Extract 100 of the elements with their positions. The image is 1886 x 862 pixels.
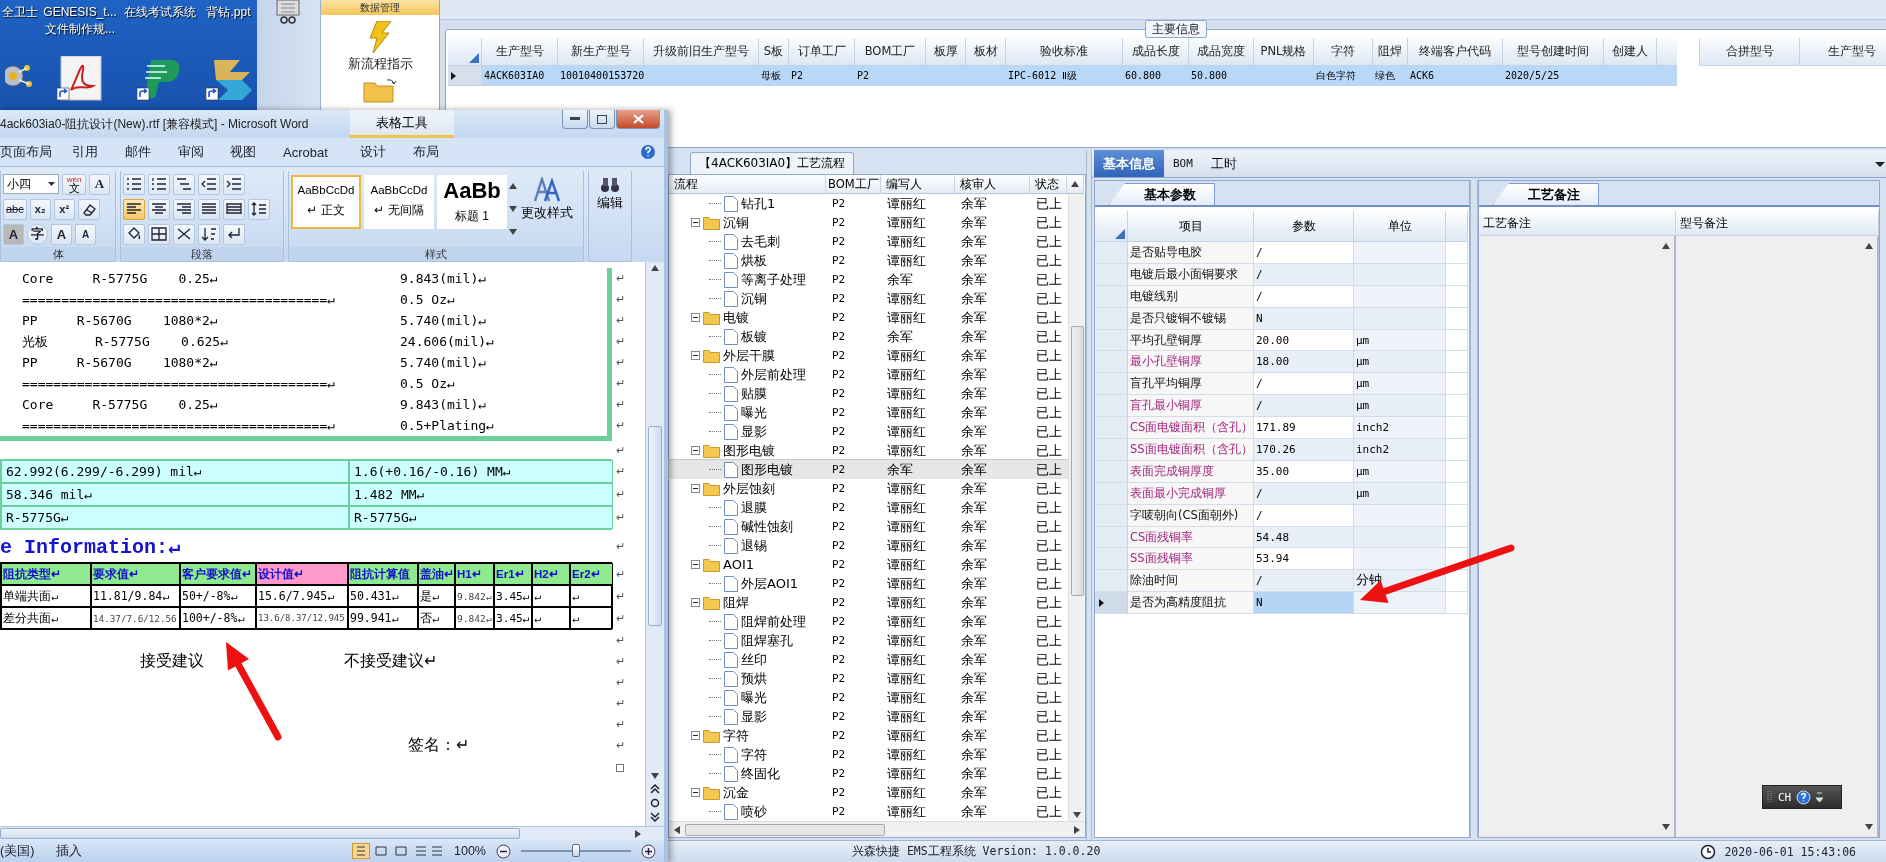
collapse-icon[interactable] [691, 731, 700, 740]
column-header[interactable]: 创建人 [1604, 38, 1657, 66]
minimize-button[interactable] [562, 110, 588, 129]
tree-item-label[interactable]: 显影 [741, 422, 767, 441]
parameter-value[interactable]: 54.48 [1254, 526, 1354, 549]
style-option[interactable]: AaBbCcDd ↵ 无间隔 [364, 175, 434, 229]
tree-item-label[interactable]: 阻焊 [723, 593, 749, 612]
close-button[interactable] [616, 110, 660, 129]
format-button[interactable]: A [51, 223, 72, 245]
scrollbar-thumb[interactable] [1070, 326, 1084, 596]
tab[interactable]: BOM [1164, 150, 1202, 177]
zoom-in-icon[interactable] [641, 843, 656, 859]
help-icon[interactable] [1796, 789, 1812, 805]
format-button[interactable]: A [3, 223, 24, 245]
tab[interactable]: 基本信息 [1094, 150, 1164, 177]
scroll-up-icon[interactable] [1071, 180, 1079, 188]
parameter-value[interactable]: / [1254, 263, 1354, 286]
column-header[interactable]: 生产型号 [482, 38, 558, 66]
edit-button[interactable]: 编辑 [589, 171, 631, 212]
tree-row[interactable]: 图形电镀 P2 余军 余军 已上 [669, 460, 1068, 479]
gallery-up-icon[interactable] [509, 182, 517, 191]
column-header[interactable]: 板材 [966, 38, 1006, 66]
ribbon-tab[interactable]: 设计 [360, 143, 413, 161]
parameter-value[interactable]: N [1254, 592, 1354, 615]
language-status[interactable]: (美国) [0, 842, 35, 860]
nav-item-label[interactable]: 新流程指示 [347, 55, 413, 73]
scrollbar-thumb[interactable] [685, 823, 885, 836]
horizontal-scrollbar[interactable] [0, 826, 664, 840]
format-button[interactable]: x² [53, 198, 75, 220]
column-header[interactable]: 参数 [1254, 211, 1354, 242]
language-bar[interactable]: CH [1762, 785, 1842, 809]
column-header[interactable]: BOM工厂 [855, 38, 926, 66]
character-border-button[interactable]: A [89, 173, 110, 195]
format-button[interactable]: x₂ [29, 198, 51, 220]
tree-item-label[interactable]: 显影 [741, 707, 767, 726]
tab[interactable]: 工时 [1201, 150, 1246, 177]
tree-item-label[interactable]: 曝光 [741, 688, 767, 707]
tree-item-label[interactable]: 外层蚀刻 [723, 479, 775, 498]
ribbon-tab[interactable]: 邮件 [125, 143, 178, 161]
scroll-up-icon[interactable] [1661, 242, 1670, 250]
ribbon-tab[interactable]: 引用 [72, 143, 125, 161]
scroll-up-icon[interactable] [651, 264, 659, 272]
ribbon-tab[interactable]: 视图 [230, 143, 283, 161]
format-button[interactable]: 字 [27, 223, 48, 245]
panel-tab[interactable]: 基本参数 [1109, 183, 1215, 205]
collapse-icon[interactable] [691, 218, 700, 227]
view-buttons-icon[interactable] [352, 843, 444, 859]
column-header[interactable]: 流程 [669, 175, 826, 194]
tree-item-label[interactable]: 曝光 [741, 403, 767, 422]
parameter-value[interactable]: / [1254, 395, 1354, 418]
tree-item-label[interactable]: 等离子处理 [741, 270, 806, 289]
scroll-down-icon[interactable] [1073, 811, 1081, 819]
column-header[interactable]: BOM工厂 [826, 175, 881, 194]
slider-thumb[interactable] [572, 844, 580, 857]
zoom-level[interactable]: 100% [454, 844, 486, 858]
desktop-icon-label[interactable]: GENESIS_t... 文件制作规... [43, 0, 117, 38]
tree-item-label[interactable]: 烘板 [741, 251, 767, 270]
format-button[interactable]: A [75, 223, 96, 245]
collapse-icon[interactable] [691, 788, 700, 797]
tree-item-label[interactable]: 外层AOI1 [741, 574, 798, 593]
desktop-icon-label[interactable]: 在线考试系统 [124, 0, 196, 21]
tree-item-label[interactable]: 贴膜 [741, 384, 767, 403]
tree-item-label[interactable]: 预烘 [741, 669, 767, 688]
column-header[interactable]: 验收标准 [1006, 38, 1123, 66]
panel-tab[interactable]: 【4ACK603IA0】工艺流程 [690, 152, 855, 174]
column-header[interactable]: 新生产型号 [558, 38, 644, 66]
parameter-value[interactable]: 20.00 [1254, 329, 1354, 352]
scroll-up-icon[interactable] [1864, 242, 1873, 250]
parameter-value[interactable]: 35.00 [1254, 460, 1354, 483]
column-header[interactable]: 合拼型号 [1700, 38, 1800, 66]
previous-page-icon[interactable] [650, 784, 660, 794]
tree-item-label[interactable]: 沉金 [723, 783, 749, 802]
column-header[interactable]: 订单工厂 [789, 38, 855, 66]
tree-item-label[interactable]: 沉铜 [723, 213, 749, 232]
column-header[interactable]: PNL规格 [1254, 38, 1314, 66]
tree-item-label[interactable]: 退锡 [741, 536, 767, 555]
gallery-more-icon[interactable] [509, 227, 517, 236]
lightning-icon[interactable] [367, 21, 393, 53]
maximize-button[interactable] [589, 110, 615, 129]
tree-item-label[interactable]: 终固化 [741, 764, 780, 783]
scroll-down-icon[interactable] [1661, 823, 1670, 831]
tree-item-label[interactable]: AOI1 [723, 557, 754, 572]
ribbon-tab[interactable]: 审阅 [178, 143, 230, 161]
tree-item-label[interactable]: 丝印 [741, 650, 767, 669]
tree-item-label[interactable]: 沉铜 [741, 289, 767, 308]
scroll-down-icon[interactable] [651, 772, 659, 780]
parameter-value[interactable]: / [1254, 570, 1354, 593]
phonetic-guide-button[interactable]: wén 文 [62, 173, 86, 195]
column-header[interactable]: 字符 [1314, 38, 1373, 66]
parameter-value[interactable]: / [1254, 373, 1354, 396]
column-header[interactable]: 编写人 [881, 175, 955, 194]
horizontal-scrollbar[interactable] [669, 821, 1085, 837]
tree-item-label[interactable]: 退膜 [741, 498, 767, 517]
collapse-icon[interactable] [691, 598, 700, 607]
column-header[interactable]: 单位 [1354, 211, 1446, 242]
tree-item-label[interactable]: 碱性蚀刻 [741, 517, 793, 536]
font-size-dropdown[interactable]: 小四 [3, 174, 59, 194]
tree-item-label[interactable]: 钻孔1 [741, 194, 776, 213]
tree-item-label[interactable]: 板镀 [741, 327, 767, 346]
options-caret-icon[interactable] [1816, 791, 1824, 803]
